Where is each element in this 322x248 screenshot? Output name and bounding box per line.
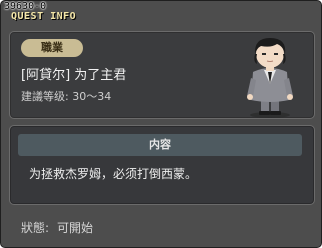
quest-name: [阿貸尔] 为了主君 — [21, 68, 127, 83]
window-title: QUEST INFO — [11, 11, 77, 22]
status-value: 可開始 — [57, 221, 94, 235]
content-header: 内容 — [18, 134, 302, 156]
quest-status: 狀態: 可開始 — [21, 219, 93, 237]
npc-portrait-icon — [247, 38, 293, 118]
level-requirement: 建議等级: 30〜34 — [21, 90, 112, 103]
content-text: 为拯救杰罗姆，必须打倒西蒙。 — [29, 167, 198, 181]
job-tag: 職業 — [21, 39, 83, 57]
status-label: 狀態: — [21, 221, 50, 235]
quest-info-window: 39630-0 QUEST INFO 職業 [阿貸尔] 为了主君 建議等级: 3… — [0, 0, 322, 248]
